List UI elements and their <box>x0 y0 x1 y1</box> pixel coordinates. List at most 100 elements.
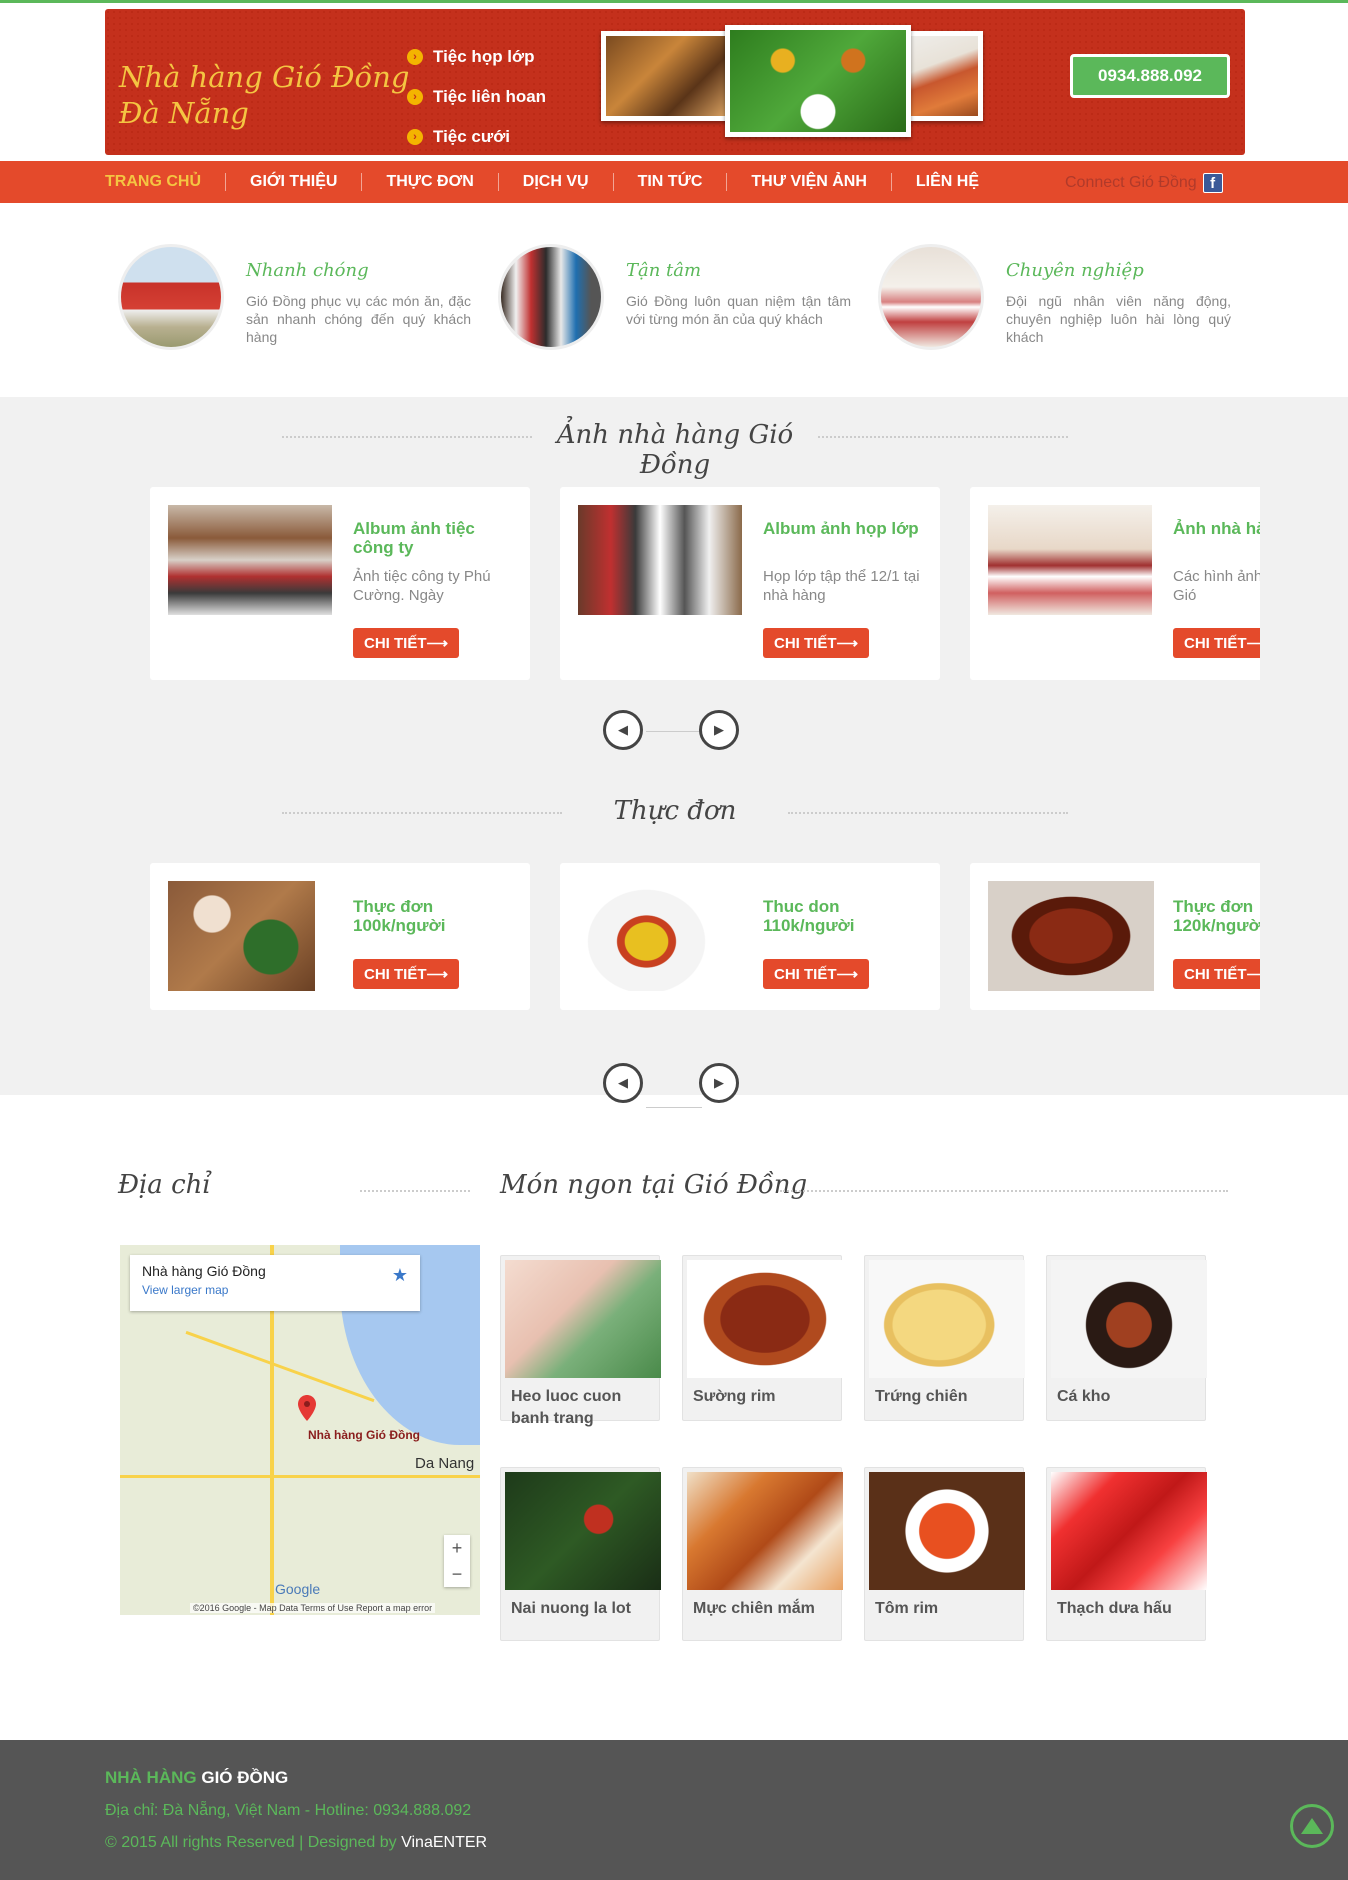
footer-brand-white: GIÓ ĐỒNG <box>201 1768 289 1787</box>
dish-card[interactable]: Sường rim <box>682 1255 843 1421</box>
dish-photo[interactable] <box>869 1260 1025 1378</box>
footer-brand-green: NHÀ HÀNG <box>105 1768 197 1787</box>
gallery-photo[interactable] <box>988 505 1152 615</box>
gallery-card-desc: Các hình ảnh nhà hàng Gió <box>1173 568 1260 604</box>
nav-item-news[interactable]: TIN TỨC <box>612 173 727 191</box>
menu-photo[interactable] <box>168 881 315 991</box>
divider-dots <box>818 436 1068 438</box>
carousel-divider <box>646 731 702 732</box>
header-link-tiec-cuoi[interactable]: › Tiệc cưới <box>407 117 546 157</box>
star-icon[interactable]: ★ <box>392 1265 408 1286</box>
google-logo: Google <box>275 1581 321 1597</box>
nav-item-services[interactable]: DỊCH VỤ <box>497 173 613 191</box>
nav-item-contact[interactable]: LIÊN HỆ <box>890 173 1003 191</box>
header-photo-banana-leaf <box>725 25 911 137</box>
gallery-card-desc: Họp lớp tập thể 12/1 tại nhà hàng <box>763 568 920 604</box>
zoom-out-icon[interactable]: − <box>444 1561 470 1587</box>
zoom-in-icon[interactable]: + <box>444 1535 470 1561</box>
designer-link[interactable]: VinaENTER <box>401 1834 487 1851</box>
map-attribution: ©2016 Google - Map Data Terms of Use Rep… <box>190 1603 436 1613</box>
menu-card-title[interactable]: Thực đơn 100k/người <box>353 897 493 935</box>
dish-name: Nai nuong la lot <box>511 1600 631 1617</box>
divider-dots <box>788 812 1068 814</box>
header-quick-links: › Tiệc họp lớp › Tiệc liên hoan › Tiệc cưới <box>407 37 546 157</box>
dish-card[interactable]: Thạch dưa hấu <box>1046 1467 1207 1641</box>
detail-button[interactable]: CHI TIẾT ⟶ <box>1173 628 1260 658</box>
dish-photo[interactable] <box>1051 1472 1207 1590</box>
gallery-card-title[interactable]: Ảnh nhà hàng <box>1173 519 1260 538</box>
menu-title: Thực đơn <box>613 796 737 826</box>
chevron-right-icon: › <box>407 49 423 65</box>
detail-button[interactable]: CHI TIẾT ⟶ <box>353 628 459 658</box>
arrow-right-icon: ⟶ <box>426 635 448 652</box>
gallery-title: Ảnh nhà hàng Gió Đồng <box>556 420 794 480</box>
menu-card-title[interactable]: Thuc don 110k/người <box>763 897 903 935</box>
carousel-prev-icon[interactable]: ◀ <box>603 710 643 750</box>
menu-photo[interactable] <box>988 881 1154 991</box>
map-zoom-control[interactable]: + − <box>444 1535 470 1587</box>
feature-title: Tận tâm <box>626 260 702 281</box>
divider-dots <box>360 1190 470 1192</box>
header-link-hop-lop[interactable]: › Tiệc họp lớp <box>407 37 546 77</box>
hotline-button[interactable]: 0934.888.092 <box>1070 54 1230 98</box>
gallery-photo[interactable] <box>578 505 742 615</box>
detail-button[interactable]: CHI TIẾT ⟶ <box>353 959 459 989</box>
carousel-next-icon[interactable]: ▶ <box>699 710 739 750</box>
arrow-right-icon: ⟶ <box>1246 966 1260 983</box>
gallery-card: Album ảnh họp lớp Họp lớp tập thể 12/1 t… <box>560 487 940 680</box>
facebook-connect[interactable]: Connect Gió Đồng f <box>1065 173 1223 193</box>
feature-photo-staff <box>498 244 604 350</box>
facebook-icon[interactable]: f <box>1202 173 1223 193</box>
dish-card[interactable]: Tôm rim <box>864 1467 1025 1641</box>
nav-item-gallery[interactable]: THƯ VIỆN ẢNH <box>726 173 891 191</box>
dish-card[interactable]: Cá kho <box>1046 1255 1207 1421</box>
nav-item-home[interactable]: TRANG CHỦ <box>105 173 225 191</box>
button-label: CHI TIẾT <box>1183 965 1247 983</box>
dish-photo[interactable] <box>687 1260 843 1378</box>
dish-photo[interactable] <box>869 1472 1025 1590</box>
map-infobox: Nhà hàng Gió Đồng View larger map ★ <box>130 1255 420 1311</box>
view-larger-map-link[interactable]: View larger map <box>142 1283 408 1297</box>
site-footer: NHÀ HÀNG GIÓ ĐỒNG Địa chỉ: Đà Nẵng, Việt… <box>0 1740 1348 1880</box>
chevron-right-icon: › <box>407 89 423 105</box>
nav-item-about[interactable]: GIỚI THIỆU <box>225 173 361 191</box>
dish-photo[interactable] <box>505 1472 661 1590</box>
menu-card-title[interactable]: Thực đơn 120k/người <box>1173 897 1260 935</box>
dish-name: Cá kho <box>1057 1388 1111 1405</box>
dish-photo[interactable] <box>687 1472 843 1590</box>
dish-photo[interactable] <box>1051 1260 1207 1378</box>
gallery-card-title[interactable]: Album ảnh họp lớp <box>763 519 933 538</box>
dish-card[interactable]: Trứng chiên <box>864 1255 1025 1421</box>
menu-photo[interactable] <box>578 881 715 991</box>
header-link-lien-hoan[interactable]: › Tiệc liên hoan <box>407 77 546 117</box>
dish-card[interactable]: Nai nuong la lot <box>500 1467 661 1641</box>
scroll-to-top-icon[interactable] <box>1290 1804 1334 1848</box>
google-map[interactable]: Nhà hàng Gió Đồng View larger map ★ Nhà … <box>120 1245 480 1615</box>
chevron-right-icon: › <box>407 129 423 145</box>
button-label: CHI TIẾT <box>773 965 837 983</box>
carousel-prev-icon[interactable]: ◀ <box>603 1063 643 1103</box>
gallery-card-desc: Ảnh tiệc công ty Phú Cường. Ngày <box>353 568 491 604</box>
dish-photo[interactable] <box>505 1260 661 1378</box>
detail-button[interactable]: CHI TIẾT ⟶ <box>763 959 869 989</box>
carousel-next-icon[interactable]: ▶ <box>699 1063 739 1103</box>
logo-line-1: Nhà hàng Gió Đồng <box>119 60 410 94</box>
menu-card: Thực đơn 120k/người CHI TIẾT ⟶ <box>970 863 1260 1010</box>
map-pin-icon[interactable] <box>298 1395 316 1421</box>
site-logo[interactable]: Nhà hàng Gió Đồng Đà Nẵng <box>119 59 410 131</box>
dish-card[interactable]: Heo luoc cuon banh trang <box>500 1255 661 1427</box>
gallery-photo[interactable] <box>168 505 332 615</box>
detail-button[interactable]: CHI TIẾT ⟶ <box>763 628 869 658</box>
feature-fast: Nhanh chóng Gió Đồng phục vụ các món ăn,… <box>118 244 478 354</box>
map-road <box>185 1330 375 1403</box>
dish-name: Tôm rim <box>875 1600 939 1617</box>
map-pin-label: Nhà hàng Gió Đồng <box>308 1428 420 1442</box>
dish-card[interactable]: Mực chiên mắm <box>682 1467 843 1641</box>
detail-button[interactable]: CHI TIẾT ⟶ <box>1173 959 1260 989</box>
gallery-card-title[interactable]: Album ảnh tiệc công ty <box>353 519 503 557</box>
menu-carousel: Thực đơn 100k/người CHI TIẾT ⟶ Thuc don 1… <box>150 863 1260 1011</box>
map-place-name: Nhà hàng Gió Đồng <box>142 1263 266 1279</box>
connect-label: Connect Gió Đồng <box>1065 174 1197 191</box>
feature-photo-bus <box>118 244 224 350</box>
nav-item-menu[interactable]: THỰC ĐƠN <box>361 173 497 191</box>
